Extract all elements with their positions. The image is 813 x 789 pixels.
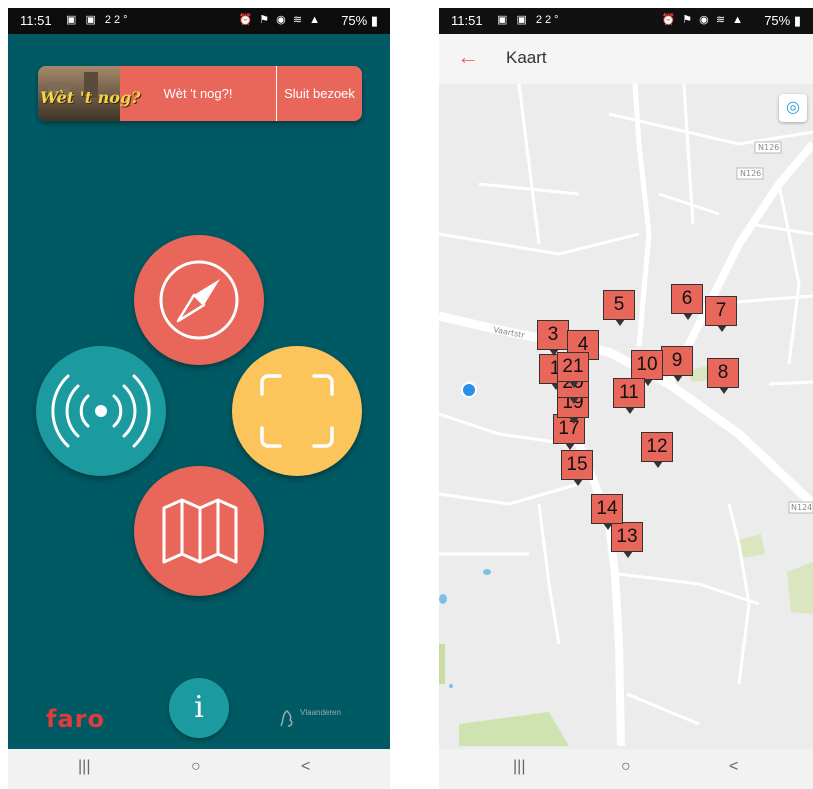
map-screen: 11:51 ▣ ▣ 22° ⏰ ⚑ ◉ ≋ ▲ 75% ▮ ← Kaart N1… [439,8,813,789]
back-arrow-icon[interactable]: ← [457,44,479,70]
visit-banner: Wèt 't nog? Wèt 't nog?! Sluit bezoek [38,66,362,121]
recent-apps-button[interactable]: ||| [513,758,525,776]
street-label: Vaartstr [493,325,527,340]
wet-t-nog-button[interactable]: Wèt 't nog?! [120,66,276,121]
notification-icons: ▣ ▣ 22° [66,14,131,26]
map-marker-3[interactable]: 3 [537,320,569,356]
map-marker-12[interactable]: 12 [641,432,673,468]
map-view[interactable]: N126 N126 N124 Vaartstr 1 3 4 5 6 7 8 9 … [439,84,813,746]
map-marker-13[interactable]: 13 [611,522,643,558]
locate-icon[interactable]: ◎ [779,94,807,122]
battery-percent: 75% [341,13,368,28]
road-label-n126-b: N126 [740,169,761,178]
signal-icons: ⏰ ⚑ ◉ ≋ ▲ [661,14,745,26]
lion-icon [280,710,293,727]
map-marker-6[interactable]: 6 [671,284,703,320]
app-bar: ← Kaart [439,34,813,84]
signal-icons: ⏰ ⚑ ◉ ≋ ▲ [238,14,322,26]
faro-logo: faro [46,705,105,733]
status-bar: 11:51 ▣ ▣ 22° ⏰ ⚑ ◉ ≋ ▲ 75% ▮ [8,8,390,34]
map-marker-10[interactable]: 10 [631,350,663,386]
map-icon [162,498,238,564]
map-roads: N126 N126 N124 Vaartstr [439,84,813,746]
road-label-n124: N124 [791,503,812,512]
map-marker-11[interactable]: 11 [613,378,645,414]
status-time: 11:51 [451,13,483,28]
vlaanderen-text: Vlaanderen [300,708,341,717]
status-bar: 11:51 ▣ ▣ 22° ⏰ ⚑ ◉ ≋ ▲ 75% ▮ [439,8,813,34]
wet-t-nog-logo[interactable]: Wèt 't nog? [38,66,141,121]
battery-indicator: 75% ▮ [341,13,378,28]
map-marker-7[interactable]: 7 [705,296,737,332]
map-marker-15[interactable]: 15 [561,450,593,486]
home-button[interactable]: ○ [621,758,631,776]
system-nav-bar: ||| ○ < [439,749,813,789]
notification-icons: ▣ ▣ 22° [497,14,562,26]
status-temp: 22° [104,14,131,26]
close-visit-button[interactable]: Sluit bezoek [277,66,362,121]
info-button[interactable]: i [169,678,229,738]
back-button[interactable]: < [301,758,310,776]
map-marker-9[interactable]: 9 [661,346,693,382]
map-marker-8[interactable]: 8 [707,358,739,394]
map-marker-21[interactable]: 21 [557,352,589,388]
page-title: Kaart [506,48,547,67]
map-marker-14[interactable]: 14 [591,494,623,530]
scan-button[interactable] [232,346,362,476]
user-location-dot [461,382,477,398]
map-button[interactable] [134,466,264,596]
back-button[interactable]: < [729,758,738,776]
map-marker-5[interactable]: 5 [603,290,635,326]
home-button[interactable]: ○ [191,758,201,776]
beacon-icon [51,374,151,448]
scan-icon [260,374,334,448]
status-time: 11:51 [20,13,52,28]
vlaanderen-logo: Vlaanderen [278,708,360,730]
battery-indicator: 75% ▮ [764,13,801,28]
status-temp: 22° [535,14,562,26]
recent-apps-button[interactable]: ||| [78,758,90,776]
beacon-button[interactable] [36,346,166,476]
road-label-n126-a: N126 [758,143,779,152]
system-nav-bar: ||| ○ < [8,749,390,789]
battery-percent: 75% [764,13,791,28]
home-screen: 11:51 ▣ ▣ 22° ⏰ ⚑ ◉ ≋ ▲ 75% ▮ Wèt 't nog… [8,8,390,789]
